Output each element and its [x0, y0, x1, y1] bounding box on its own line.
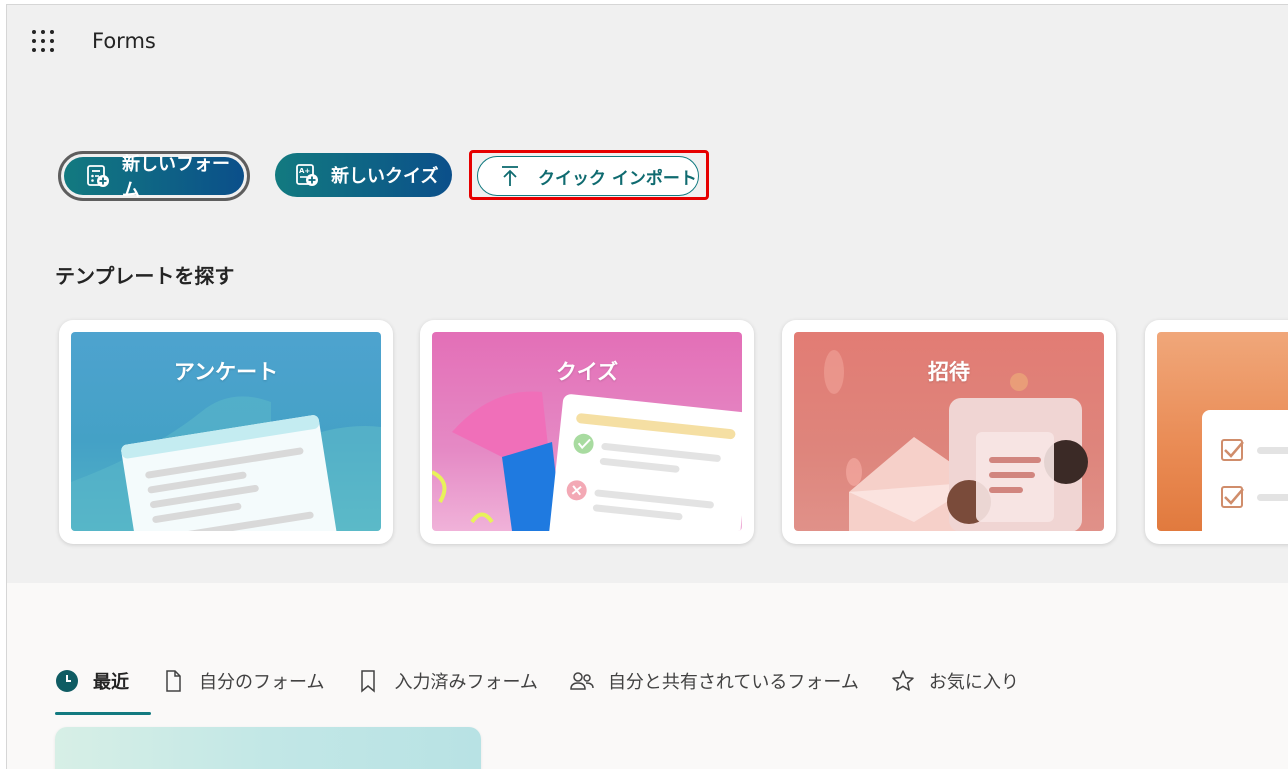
template-card-invitation[interactable]: 招待 — [782, 320, 1116, 544]
tab-label: 自分と共有されているフォーム — [607, 672, 859, 693]
tab-recent[interactable]: 最近 — [55, 661, 151, 715]
quick-import-button[interactable]: クイック インポート — [477, 156, 699, 196]
tab-my-forms[interactable]: 自分のフォーム — [161, 661, 324, 701]
template-card-quiz[interactable]: クイズ — [420, 320, 754, 544]
svg-text:A+: A+ — [299, 167, 310, 175]
clock-icon — [56, 670, 78, 692]
bookmark-icon — [361, 670, 376, 693]
template-card-title: クイズ — [555, 360, 619, 384]
quick-import-label: クイック インポート — [538, 168, 697, 189]
tab-label: 入力済みフォーム — [394, 672, 538, 693]
template-card-title: 招待 — [928, 360, 970, 384]
forms-app-window: Forms 新しいフォーム A+ 新しいクイズ クイック インポート テンプレー… — [6, 4, 1288, 769]
template-card-title: アンケート — [173, 360, 279, 384]
recent-forms-section: 最近 自分のフォーム 入力済みフォーム 自分と共有されているフォーム お気に入り — [7, 583, 1288, 769]
recent-form-card[interactable] — [55, 727, 481, 769]
new-quiz-label: 新しいクイズ — [331, 166, 439, 187]
template-card-survey[interactable]: アンケート — [59, 320, 393, 544]
star-icon — [892, 670, 914, 691]
tab-filled-forms[interactable]: 入力済みフォーム — [356, 661, 538, 701]
app-header: Forms — [7, 5, 1288, 81]
template-thumbnail — [1157, 332, 1288, 531]
tab-label: 最近 — [93, 672, 129, 693]
forms-tabs: 最近 自分のフォーム 入力済みフォーム 自分と共有されているフォーム お気に入り — [55, 661, 1051, 715]
people-icon — [570, 672, 594, 690]
template-thumbnail: アンケート — [71, 332, 381, 531]
templates-section-title: テンプレートを探す — [55, 264, 235, 288]
tab-label: お気に入り — [928, 672, 1019, 693]
new-form-icon — [87, 165, 109, 187]
new-quiz-icon: A+ — [296, 164, 318, 186]
template-thumbnail: クイズ — [432, 332, 742, 531]
new-quiz-button[interactable]: A+ 新しいクイズ — [275, 153, 452, 197]
template-card-partial[interactable] — [1145, 320, 1288, 544]
checklist-illustration — [1202, 410, 1288, 531]
tab-favorites[interactable]: お気に入り — [891, 661, 1019, 701]
app-launcher-icon[interactable] — [31, 29, 57, 55]
app-title: Forms — [92, 29, 156, 53]
new-form-button[interactable]: 新しいフォーム — [58, 151, 250, 201]
new-form-label: 新しいフォーム — [122, 154, 230, 201]
tab-label: 自分のフォーム — [199, 672, 325, 693]
template-thumbnail: 招待 — [794, 332, 1104, 531]
upload-arrow-icon — [502, 166, 518, 186]
tab-shared-with-me[interactable]: 自分と共有されているフォーム — [570, 661, 859, 701]
document-icon — [166, 670, 181, 692]
